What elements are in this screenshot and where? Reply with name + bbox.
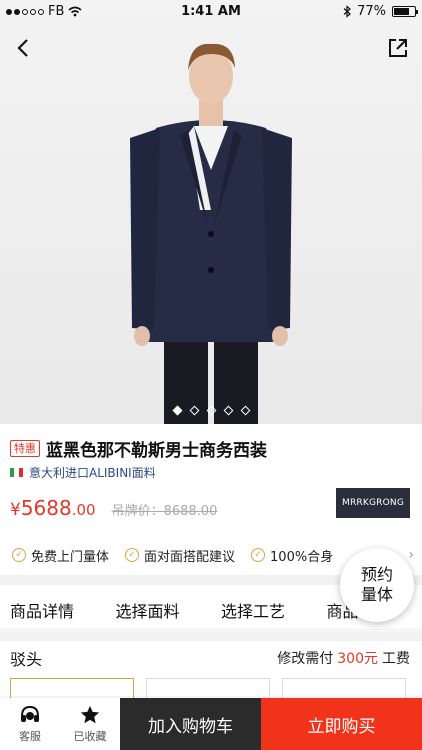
share-icon[interactable]: [386, 36, 410, 60]
battery-percent: 77%: [357, 4, 386, 19]
customer-service-button[interactable]: 客服: [0, 698, 60, 750]
service-item: ✓ 免费上门量体: [12, 546, 109, 565]
divider: [0, 631, 422, 641]
favorite-button[interactable]: 已收藏: [60, 698, 120, 750]
headset-icon: [21, 705, 39, 722]
book-measurement-button[interactable]: 预约 量体: [340, 548, 414, 622]
bluetooth-icon: [343, 5, 352, 18]
current-price: ¥5688.00: [10, 496, 96, 520]
product-title-row: 特惠 蓝黑色那不勒斯男士商务西装: [10, 436, 412, 461]
product-title: 蓝黑色那不勒斯男士商务西装: [46, 441, 267, 461]
deal-badge: 特惠: [10, 440, 40, 457]
battery-icon: [392, 6, 418, 17]
check-circle-icon: ✓: [125, 548, 140, 562]
service-item: ✓ 面对面搭配建议: [125, 546, 235, 565]
add-to-cart-button[interactable]: 加入购物车: [120, 698, 261, 750]
origin-text: 意大利进口ALIBINI面料: [29, 466, 156, 480]
buy-now-button[interactable]: 立即购买: [261, 698, 422, 750]
tab-fabric[interactable]: 选择面料: [106, 598, 212, 622]
italy-flag-icon: [10, 468, 23, 477]
original-price: 吊牌价：8688.00: [111, 504, 218, 519]
carousel-dot[interactable]: [240, 405, 250, 416]
star-icon: [80, 705, 100, 724]
tab-craft[interactable]: 选择工艺: [211, 598, 317, 622]
service-item: ✓ 100%合身: [251, 546, 333, 565]
check-circle-icon: ✓: [251, 548, 266, 562]
carousel-dot[interactable]: [223, 405, 233, 416]
fabric-origin: 意大利进口ALIBINI面料: [10, 464, 156, 481]
carousel-dot[interactable]: [206, 405, 216, 416]
chevron-right-icon[interactable]: ›: [408, 547, 414, 563]
lapel-section-header: 驳头 修改需付 300元 工费: [10, 646, 410, 670]
carousel-indicators: [0, 405, 422, 416]
back-icon[interactable]: [12, 36, 36, 60]
check-circle-icon: ✓: [12, 548, 26, 562]
tab-details[interactable]: 商品详情: [0, 598, 106, 622]
status-bar: FB 1:41 AM 77%: [0, 0, 422, 24]
modification-fee: 修改需付 300元 工费: [277, 651, 410, 667]
carousel-dot[interactable]: [172, 405, 182, 416]
product-photo: [130, 43, 292, 424]
section-title: 驳头: [10, 650, 43, 669]
carousel-dot[interactable]: [189, 405, 199, 416]
product-image-carousel[interactable]: [0, 0, 422, 424]
bottom-action-bar: 客服 已收藏 加入购物车 立即购买: [0, 698, 422, 750]
brand-logo[interactable]: MRRKGRONG: [336, 488, 410, 518]
